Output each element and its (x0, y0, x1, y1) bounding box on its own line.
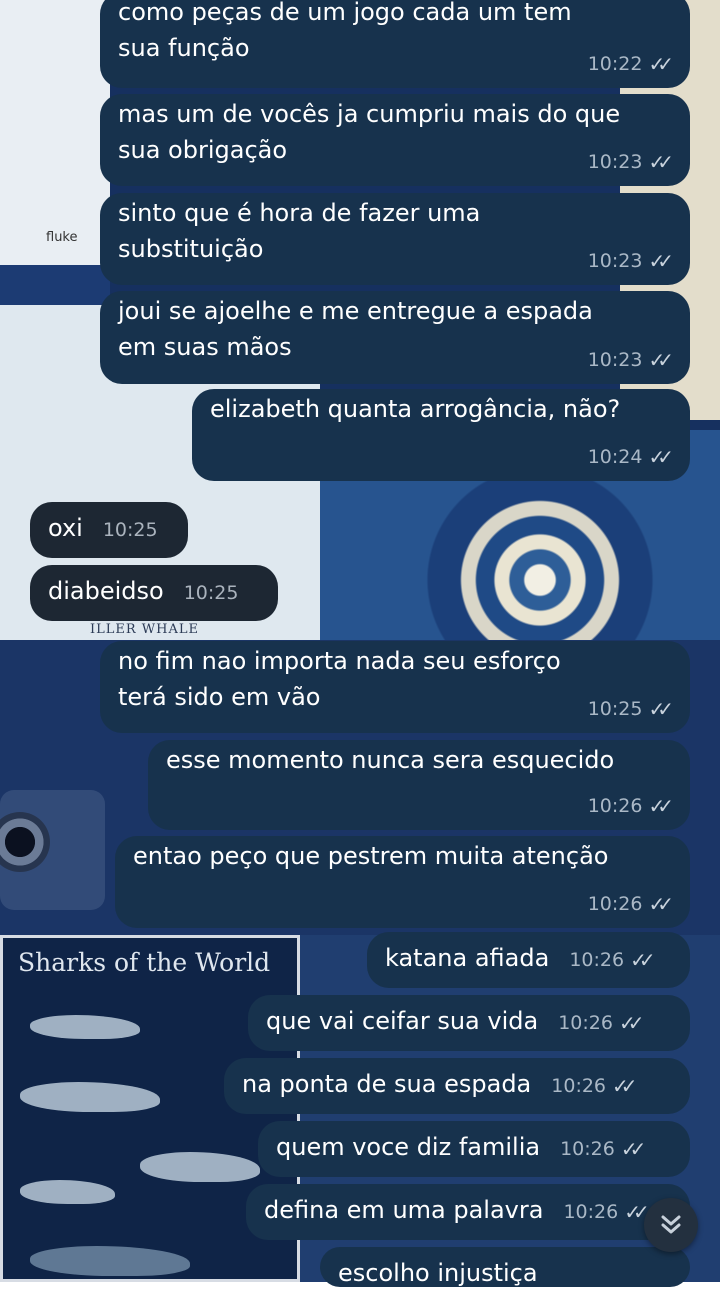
read-ticks-icon: ✓✓ (648, 794, 673, 818)
read-ticks-icon: ✓✓ (648, 52, 673, 76)
message-bubble-incoming[interactable]: diabeidso 10:25 (30, 565, 278, 621)
message-time: 10:26 (587, 893, 643, 915)
message-text: oxi (48, 514, 83, 542)
message-bubble-outgoing[interactable]: escolho injustiça (320, 1247, 690, 1287)
message-time: 10:23 (587, 250, 643, 272)
message-meta: 10:26 ✓✓ (588, 886, 674, 922)
message-meta: 10:22 ✓✓ (588, 46, 674, 82)
message-bubble-outgoing[interactable]: defina em uma palavra 10:26 ✓✓ (246, 1184, 690, 1240)
message-time: 10:25 (102, 519, 158, 541)
message-bubble-outgoing[interactable]: katana afiada 10:26 ✓✓ (367, 932, 690, 988)
message-text: que vai ceifar sua vida (266, 1007, 539, 1035)
message-bubble-outgoing[interactable]: mas um de vocês ja cumpriu mais do que s… (100, 94, 690, 186)
message-time: 10:26 (563, 1201, 619, 1223)
read-ticks-icon: ✓✓ (648, 348, 673, 372)
message-meta: 10:25 ✓✓ (588, 691, 674, 727)
message-text: defina em uma palavra (264, 1196, 544, 1224)
message-time: 10:23 (587, 151, 643, 173)
message-meta: 10:26 ✓✓ (551, 1068, 637, 1104)
scroll-to-bottom-button[interactable] (644, 1198, 698, 1252)
message-time: 10:25 (183, 582, 239, 604)
message-bubble-outgoing[interactable]: esse momento nunca sera esquecido 10:26 ✓… (148, 740, 690, 830)
message-text: escolho injustiça (338, 1259, 538, 1287)
read-ticks-icon: ✓✓ (618, 1011, 644, 1035)
message-time: 10:25 (587, 698, 643, 720)
message-bubble-outgoing[interactable]: na ponta de sua espada 10:26 ✓✓ (224, 1058, 690, 1114)
message-bubble-outgoing[interactable]: no fim nao importa nada seu esforço terá… (100, 641, 690, 733)
message-time: 10:22 (587, 53, 643, 75)
message-meta: 10:26 ✓✓ (569, 942, 655, 978)
message-text: entao peço que pestrem muita atenção (133, 842, 609, 870)
message-time: 10:24 (587, 446, 643, 468)
double-chevron-down-icon (661, 1215, 681, 1234)
message-text: elizabeth quanta arrogância, não? (210, 395, 621, 423)
message-meta: 10:23 ✓✓ (588, 243, 674, 279)
read-ticks-icon: ✓✓ (612, 1074, 637, 1098)
message-meta: 10:26 ✓✓ (588, 788, 674, 824)
message-bubble-outgoing[interactable]: joui se ajoelhe e me entregue a espada e… (100, 291, 690, 384)
read-ticks-icon: ✓✓ (648, 697, 673, 721)
message-bubble-outgoing[interactable]: elizabeth quanta arrogância, não? 10:24 ✓… (192, 389, 690, 481)
message-bubble-outgoing[interactable]: sinto que é hora de fazer uma substituiç… (100, 193, 690, 285)
message-text: esse momento nunca sera esquecido (166, 746, 615, 774)
message-time: 10:26 (558, 1012, 613, 1034)
message-meta: 10:25 (184, 575, 239, 611)
read-ticks-icon: ✓✓ (648, 249, 673, 273)
message-text: katana afiada (385, 944, 550, 972)
message-meta: 10:23 ✓✓ (588, 144, 674, 180)
message-time: 10:26 (551, 1075, 607, 1097)
read-ticks-icon: ✓✓ (630, 948, 655, 972)
message-time: 10:23 (587, 349, 643, 371)
message-meta: 10:26 ✓✓ (560, 1131, 646, 1167)
message-meta: 10:26 ✓✓ (558, 1005, 644, 1041)
message-bubble-outgoing[interactable]: como peças de um jogo cada um tem sua fu… (100, 0, 690, 88)
message-text: diabeidso (48, 577, 164, 605)
read-ticks-icon: ✓✓ (620, 1137, 646, 1161)
message-time: 10:26 (560, 1138, 615, 1160)
message-meta: 10:23 ✓✓ (588, 342, 674, 378)
message-time: 10:26 (569, 949, 625, 971)
message-bubble-outgoing[interactable]: quem voce diz familia 10:26 ✓✓ (258, 1121, 690, 1177)
message-meta: 10:26 ✓✓ (563, 1194, 649, 1230)
message-text: na ponta de sua espada (242, 1070, 532, 1098)
message-bubble-outgoing[interactable]: que vai ceifar sua vida 10:26 ✓✓ (248, 995, 690, 1051)
message-text: quem voce diz familia (276, 1133, 541, 1161)
read-ticks-icon: ✓✓ (648, 445, 673, 469)
message-time: 10:26 (587, 795, 643, 817)
message-bubble-incoming[interactable]: oxi 10:25 (30, 502, 188, 558)
read-ticks-icon: ✓✓ (648, 150, 673, 174)
message-meta: 10:25 (103, 512, 158, 548)
read-ticks-icon: ✓✓ (648, 892, 673, 916)
message-meta: 10:24 ✓✓ (588, 439, 674, 475)
message-bubble-outgoing[interactable]: entao peço que pestrem muita atenção 10:… (115, 836, 690, 928)
message-list[interactable]: como peças de um jogo cada um tem sua fu… (0, 0, 720, 1287)
